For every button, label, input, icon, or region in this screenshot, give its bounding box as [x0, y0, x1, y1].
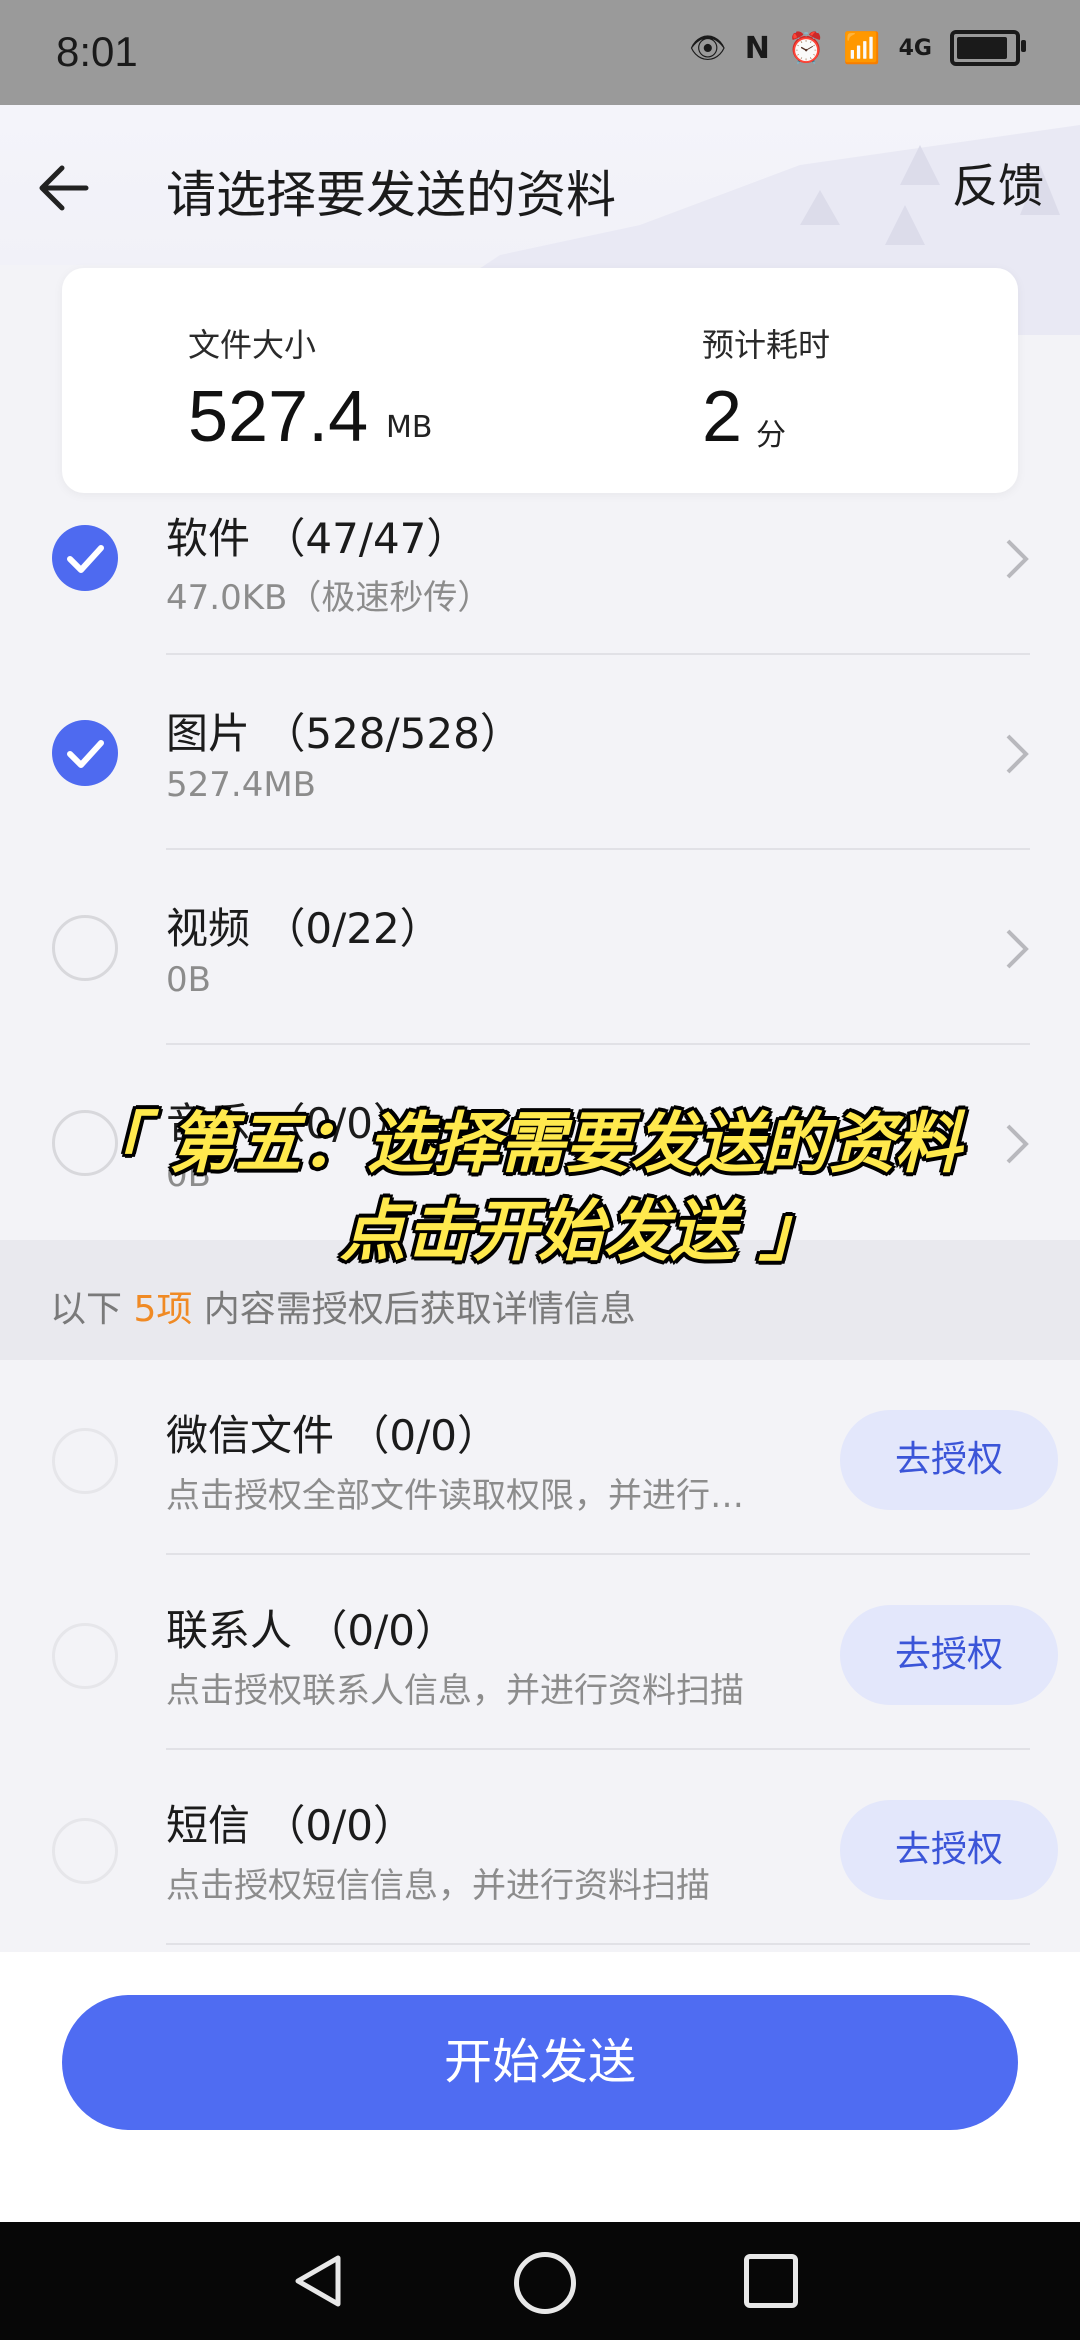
- item-subtitle: 点击授权短信信息，并进行资料扫描: [166, 1866, 710, 1906]
- checkbox-disabled: [52, 1428, 118, 1494]
- checkbox-checked[interactable]: [52, 720, 118, 786]
- list-item-software[interactable]: 软件 （47/47） 47.0KB（极速秒传）: [0, 495, 1080, 690]
- authorize-button[interactable]: 去授权: [840, 1605, 1058, 1705]
- divider: [166, 1043, 1030, 1045]
- item-title: 图片 （528/528）: [166, 709, 522, 758]
- estimated-time-label: 预计耗时: [702, 326, 831, 364]
- item-title: 视频 （0/22）: [166, 904, 442, 953]
- eye-icon: 👁: [688, 30, 727, 66]
- list-item-contacts: 联系人 （0/0） 点击授权联系人信息，并进行资料扫描 去授权: [0, 1555, 1080, 1750]
- divider: [166, 848, 1030, 850]
- estimated-time-value: 2: [702, 377, 743, 457]
- item-title: 微信文件 （0/0）: [166, 1411, 499, 1460]
- system-navigation-bar: [0, 2222, 1080, 2340]
- item-title: 短信 （0/0）: [166, 1801, 415, 1850]
- notice-prefix: 以下: [50, 1289, 134, 1330]
- start-send-button[interactable]: 开始发送: [62, 1995, 1018, 2130]
- nfc-icon: N: [744, 30, 770, 66]
- item-subtitle: 0B: [166, 960, 211, 1000]
- status-bar: 8:01 👁 N ⏰ 📶 4G: [0, 0, 1080, 105]
- item-subtitle: 点击授权全部文件读取权限，并进行…: [166, 1476, 744, 1516]
- check-icon: [67, 545, 104, 573]
- checkbox-unchecked[interactable]: [52, 915, 118, 981]
- item-title: 软件 （47/47）: [166, 514, 469, 563]
- authorize-button[interactable]: 去授权: [840, 1410, 1058, 1510]
- chevron-right-icon: [1006, 929, 1029, 969]
- list-item-wechat-files: 微信文件 （0/0） 点击授权全部文件读取权限，并进行… 去授权: [0, 1360, 1080, 1555]
- checkbox-disabled: [52, 1623, 118, 1689]
- item-subtitle: 点击授权联系人信息，并进行资料扫描: [166, 1671, 744, 1711]
- battery-icon: [950, 30, 1026, 66]
- checkbox-disabled: [52, 1818, 118, 1884]
- divider: [166, 1943, 1030, 1945]
- divider: [166, 653, 1030, 655]
- authorization-notice: 以下 5项 内容需授权后获取详情信息: [50, 1280, 636, 1332]
- nav-recents-icon[interactable]: [744, 2254, 798, 2308]
- caption-line-1: 「 第五：选择需要发送的资料: [80, 1105, 961, 1182]
- list-item-sms: 短信 （0/0） 点击授权短信信息，并进行资料扫描 去授权: [0, 1750, 1080, 1945]
- estimated-time-unit: 分: [756, 418, 786, 453]
- nav-back-icon[interactable]: [290, 2252, 346, 2310]
- item-title: 联系人 （0/0）: [166, 1606, 457, 1655]
- caption-line-2: 点击开始发送 」: [340, 1193, 825, 1270]
- item-subtitle: 47.0KB（极速秒传）: [166, 578, 492, 618]
- status-icons: 👁 N ⏰ 📶 4G: [688, 30, 1026, 66]
- file-size-unit: MB: [386, 410, 433, 445]
- check-icon: [67, 740, 104, 768]
- tutorial-caption: 「 第五：选择需要发送的资料 点击开始发送 」: [0, 1090, 1080, 1270]
- list-item-videos[interactable]: 视频 （0/22） 0B: [0, 885, 1080, 1080]
- status-time: 8:01: [56, 28, 138, 75]
- feedback-link[interactable]: 反馈: [952, 150, 1044, 216]
- file-size-label: 文件大小: [188, 326, 317, 364]
- network-type: 4G: [898, 35, 932, 61]
- summary-card: 文件大小 527.4 MB 预计耗时 2 分: [62, 268, 1018, 493]
- nav-home-icon[interactable]: [514, 2252, 576, 2314]
- chevron-right-icon: [1006, 539, 1029, 579]
- wifi-icon: 📶: [843, 30, 881, 66]
- list-item-images[interactable]: 图片 （528/528） 527.4MB: [0, 690, 1080, 885]
- alarm-icon: ⏰: [787, 30, 826, 66]
- checkbox-checked[interactable]: [52, 525, 118, 591]
- notice-suffix: 内容需授权后获取详情信息: [192, 1289, 636, 1330]
- chevron-right-icon: [1006, 734, 1029, 774]
- back-arrow-icon[interactable]: [36, 160, 92, 216]
- file-size-value: 527.4: [188, 377, 369, 457]
- item-subtitle: 527.4MB: [166, 765, 316, 805]
- authorize-button[interactable]: 去授权: [840, 1800, 1058, 1900]
- page-title: 请选择要发送的资料: [166, 166, 616, 224]
- notice-count: 5项: [133, 1289, 193, 1330]
